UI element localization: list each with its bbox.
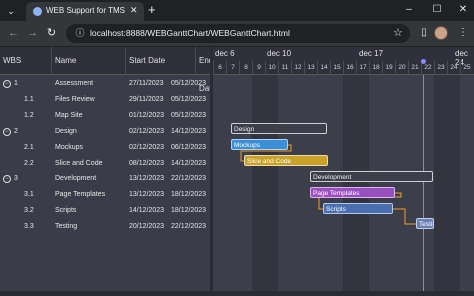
sidebar-icon[interactable]: ▯ <box>417 26 431 40</box>
cell-start-date: 20/12/2023 <box>129 223 165 231</box>
cell-start-date: 29/11/2023 <box>129 95 164 103</box>
table-row[interactable]: −1 Assessment 27/11/2023 05/12/2023 <box>0 76 210 92</box>
cell-wbs: 3.3 <box>24 223 34 231</box>
gantt-bar[interactable]: Scripts <box>323 203 393 214</box>
browser-toolbar: ← → ↻ ⓘ localhost:8888/WEBGanttChart/WEB… <box>0 21 474 46</box>
table-row[interactable]: −3 Development 13/12/2023 22/12/2023 <box>0 171 210 187</box>
gantt-bar[interactable]: Slice and Code <box>244 155 328 166</box>
cell-name: Design <box>55 127 77 135</box>
cell-end-date: 18/12/2023 <box>171 191 207 199</box>
minimize-icon[interactable]: – <box>400 3 418 17</box>
cell-name: Files Review <box>55 95 95 103</box>
cell-start-date: 02/12/2023 <box>129 127 165 135</box>
tab-bar: ⌄ WEB Support for TMS FNC Gan ✕ + – ☐ ✕ <box>0 0 474 21</box>
table-row[interactable]: 2.2 Slice and Code 08/12/2023 14/12/2023 <box>0 156 210 172</box>
table-row[interactable]: −2 Design 02/12/2023 14/12/2023 <box>0 124 210 140</box>
task-grid: WBS Name Start Date End Date −1 Assessmen… <box>0 47 216 296</box>
cell-start-date: 01/12/2023 <box>129 111 165 119</box>
cell-name: Page Templates <box>55 191 106 199</box>
tab-title: WEB Support for TMS FNC Gan <box>46 6 126 15</box>
url-text[interactable]: localhost:8888/WEBGanttChart/WEBGanttCha… <box>90 28 290 38</box>
cell-wbs: 2 <box>14 127 18 135</box>
collapse-icon[interactable]: − <box>3 127 11 136</box>
back-icon[interactable]: ← <box>6 26 21 41</box>
column-header-name[interactable]: Name <box>52 47 126 75</box>
cell-end-date: 22/12/2023 <box>171 175 207 183</box>
cell-end-date: 05/12/2023 <box>171 111 207 119</box>
horizontal-scrollbar[interactable] <box>0 291 474 296</box>
cell-wbs: 2.2 <box>24 159 34 167</box>
tab-list-icon[interactable]: ⌄ <box>4 4 18 18</box>
cell-end-date: 05/12/2023 <box>171 95 207 103</box>
new-tab-icon[interactable]: + <box>148 3 156 17</box>
gantt-bar[interactable]: Testir <box>416 218 434 229</box>
cell-start-date: 13/12/2023 <box>129 191 165 199</box>
cell-wbs: 3.1 <box>24 191 34 199</box>
reload-icon[interactable]: ↻ <box>44 26 59 41</box>
column-header-end[interactable]: End Date <box>196 47 216 93</box>
cell-name: Testing <box>55 223 78 231</box>
cell-end-date: 06/12/2023 <box>171 143 207 151</box>
avatar[interactable] <box>434 26 448 40</box>
gantt-app: WBS Name Start Date End Date −1 Assessmen… <box>0 47 474 296</box>
forward-icon[interactable]: → <box>25 26 40 41</box>
cell-end-date: 22/12/2023 <box>171 223 207 231</box>
window-close-icon[interactable]: ✕ <box>454 3 472 17</box>
column-header-wbs[interactable]: WBS <box>0 47 52 75</box>
cell-start-date: 02/12/2023 <box>129 143 165 151</box>
cell-end-date: 18/12/2023 <box>171 207 207 215</box>
grid-header: WBS Name Start Date End Date <box>0 47 216 93</box>
cell-start-date: 27/11/2023 <box>129 80 164 87</box>
gantt-bar[interactable]: Design <box>231 123 327 134</box>
table-row[interactable]: 2.1 Mockups 02/12/2023 06/12/2023 <box>0 140 210 156</box>
collapse-icon[interactable]: − <box>3 80 11 88</box>
cell-name: Scripts <box>55 207 77 215</box>
table-row[interactable]: 1.1 Files Review 29/11/2023 05/12/2023 <box>0 92 210 108</box>
cell-end-date: 14/12/2023 <box>171 127 207 135</box>
browser-tab[interactable]: WEB Support for TMS FNC Gan ✕ <box>26 2 144 21</box>
cell-name: Assessment <box>55 80 94 87</box>
menu-icon[interactable]: ⋮ <box>456 26 470 40</box>
cell-start-date: 08/12/2023 <box>129 159 165 167</box>
cell-wbs: 1.2 <box>24 111 34 119</box>
maximize-icon[interactable]: ☐ <box>428 3 446 17</box>
gantt-bar[interactable]: Development <box>310 171 433 182</box>
cell-wbs: 2.1 <box>24 143 34 151</box>
favicon-icon <box>33 7 42 16</box>
cell-wbs: 3.2 <box>24 207 34 215</box>
cell-wbs: 1.1 <box>24 95 34 103</box>
cell-wbs: 1 <box>14 80 18 87</box>
gantt-bar[interactable]: Page Templates <box>310 187 395 198</box>
cell-name: Slice and Code <box>55 159 103 167</box>
dependency-line <box>393 208 416 225</box>
table-row[interactable]: 3.3 Testing 20/12/2023 22/12/2023 <box>0 219 210 235</box>
address-bar[interactable]: ⓘ localhost:8888/WEBGanttChart/WEBGanttC… <box>66 24 410 43</box>
table-row[interactable]: 3.2 Scripts 14/12/2023 18/12/2023 <box>0 203 210 219</box>
cell-name: Mockups <box>55 143 84 151</box>
cell-name: Development <box>55 175 97 183</box>
cell-end-date: 14/12/2023 <box>171 159 207 167</box>
gantt-bar[interactable]: Mockups <box>231 139 288 150</box>
cell-end-date: 05/12/2023 <box>171 80 207 87</box>
site-info-icon[interactable]: ⓘ <box>74 27 86 39</box>
table-row[interactable]: 3.1 Page Templates 13/12/2023 18/12/2023 <box>0 187 210 203</box>
cell-start-date: 13/12/2023 <box>129 175 165 183</box>
cell-start-date: 14/12/2023 <box>129 207 165 215</box>
column-header-start[interactable]: Start Date <box>126 47 196 75</box>
cell-name: Map Site <box>55 111 83 119</box>
collapse-icon[interactable]: − <box>3 175 11 184</box>
table-row[interactable]: 1.2 Map Site 01/12/2023 05/12/2023 <box>0 108 210 124</box>
gantt-chart: dec 6 dec 10 dec 17 dec 24 6 7 8 9 10 11 12 13 14 15… <box>213 47 474 296</box>
close-icon[interactable]: ✕ <box>130 5 138 16</box>
star-icon[interactable]: ☆ <box>393 26 403 39</box>
cell-wbs: 3 <box>14 175 18 183</box>
